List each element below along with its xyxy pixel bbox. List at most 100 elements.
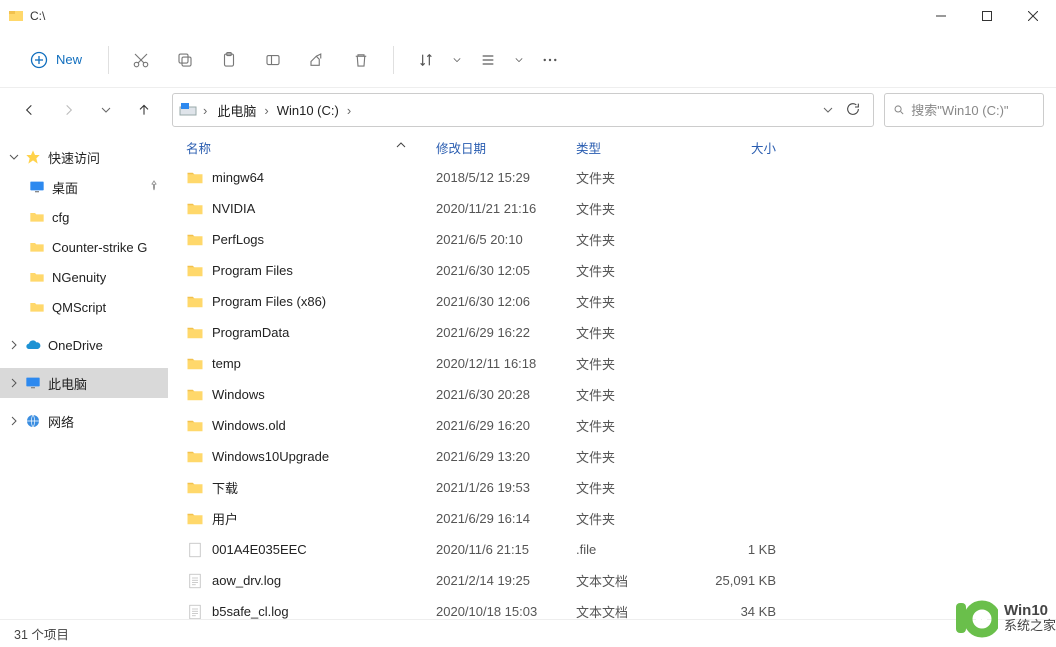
status-item-count: 31 个项目 xyxy=(14,624,69,643)
maximize-button[interactable] xyxy=(964,0,1010,32)
cut-button[interactable] xyxy=(121,40,161,80)
sort-button[interactable] xyxy=(406,40,446,80)
file-type: 文件夹 xyxy=(576,168,696,187)
sidebar-item-thispc[interactable]: 此电脑 xyxy=(0,368,168,398)
up-button[interactable] xyxy=(126,92,162,128)
folder-icon xyxy=(186,355,204,373)
file-date: 2021/6/29 16:14 xyxy=(436,511,576,526)
minimize-button[interactable] xyxy=(918,0,964,32)
address-bar[interactable]: › 此电脑 › Win10 (C:) › xyxy=(172,93,874,127)
file-row[interactable]: Windows2021/6/30 20:28文件夹 xyxy=(168,379,1056,410)
file-name: 用户 xyxy=(212,509,238,528)
file-date: 2021/6/5 20:10 xyxy=(436,232,576,247)
sort-dropdown[interactable] xyxy=(450,56,464,64)
sidebar-item-ngenuity[interactable]: NGenuity xyxy=(0,262,168,292)
file-row[interactable]: Program Files (x86)2021/6/30 12:06文件夹 xyxy=(168,286,1056,317)
file-row[interactable]: 001A4E035EEC2020/11/6 21:15.file1 KB xyxy=(168,534,1056,565)
sort-indicator-icon xyxy=(396,140,406,154)
address-dropdown[interactable] xyxy=(823,103,833,118)
chevron-down-icon xyxy=(6,152,22,162)
new-button[interactable]: New xyxy=(16,40,96,80)
folder-icon xyxy=(186,324,204,342)
breadcrumb-item-drive[interactable]: Win10 (C:) xyxy=(273,101,343,120)
chevron-right-icon xyxy=(6,416,22,426)
sidebar-item-cs[interactable]: Counter-strike G xyxy=(0,232,168,262)
file-row[interactable]: Windows10Upgrade2021/6/29 13:20文件夹 xyxy=(168,441,1056,472)
file-date: 2021/2/14 19:25 xyxy=(436,573,576,588)
view-button[interactable] xyxy=(468,40,508,80)
rename-button[interactable] xyxy=(253,40,293,80)
chevron-right-icon: › xyxy=(262,103,270,118)
monitor-icon xyxy=(24,375,42,391)
file-row[interactable]: temp2020/12/11 16:18文件夹 xyxy=(168,348,1056,379)
folder-icon xyxy=(186,417,204,435)
file-type: 文本文档 xyxy=(576,571,696,590)
file-date: 2020/11/21 21:16 xyxy=(436,201,576,216)
file-type: 文件夹 xyxy=(576,416,696,435)
folder-icon xyxy=(186,479,204,497)
file-name: Program Files (x86) xyxy=(212,294,326,309)
file-row[interactable]: Program Files2021/6/30 12:05文件夹 xyxy=(168,255,1056,286)
sidebar-item-quickaccess[interactable]: 快速访问 xyxy=(0,142,168,172)
sidebar-item-label: cfg xyxy=(52,210,69,225)
recent-dropdown[interactable] xyxy=(88,92,124,128)
file-date: 2021/1/26 19:53 xyxy=(436,480,576,495)
file-row[interactable]: Windows.old2021/6/29 16:20文件夹 xyxy=(168,410,1056,441)
globe-icon xyxy=(24,413,42,429)
file-row[interactable]: aow_drv.log2021/2/14 19:25文本文档25,091 KB xyxy=(168,565,1056,596)
share-button[interactable] xyxy=(297,40,337,80)
folder-icon xyxy=(186,448,204,466)
refresh-button[interactable] xyxy=(845,101,861,120)
toolbar-separator xyxy=(393,46,394,74)
file-row[interactable]: 下载 2021/1/26 19:53文件夹 xyxy=(168,472,1056,503)
file-date: 2018/5/12 15:29 xyxy=(436,170,576,185)
sidebar-item-cfg[interactable]: cfg xyxy=(0,202,168,232)
file-type: 文件夹 xyxy=(576,354,696,373)
text-file-icon xyxy=(186,572,204,590)
file-name: aow_drv.log xyxy=(212,573,281,588)
file-name: PerfLogs xyxy=(212,232,264,247)
file-row[interactable]: PerfLogs2021/6/5 20:10文件夹 xyxy=(168,224,1056,255)
file-row[interactable]: b5safe_cl.log2020/10/18 15:03文本文档34 KB xyxy=(168,596,1056,619)
explorer-icon xyxy=(8,8,24,24)
file-pane: 名称 修改日期 类型 大小 mingw642018/5/12 15:29文件夹N… xyxy=(168,132,1056,619)
file-date: 2021/6/30 12:05 xyxy=(436,263,576,278)
delete-button[interactable] xyxy=(341,40,381,80)
window-controls xyxy=(918,0,1056,32)
breadcrumb: 此电脑 › Win10 (C:) › xyxy=(213,99,353,122)
close-button[interactable] xyxy=(1010,0,1056,32)
sidebar-item-desktop[interactable]: 桌面 xyxy=(0,172,168,202)
sidebar-item-network[interactable]: 网络 xyxy=(0,406,168,436)
file-name: 下载 xyxy=(212,478,238,497)
file-type: 文件夹 xyxy=(576,478,696,497)
file-row[interactable]: ProgramData2021/6/29 16:22文件夹 xyxy=(168,317,1056,348)
search-input[interactable] xyxy=(911,103,1035,118)
status-bar: 31 个项目 xyxy=(0,619,1056,647)
column-header-size[interactable]: 大小 xyxy=(696,138,776,157)
forward-button[interactable] xyxy=(50,92,86,128)
chevron-right-icon: › xyxy=(201,103,209,118)
sidebar-item-qmscript[interactable]: QMScript xyxy=(0,292,168,322)
sidebar-item-label: OneDrive xyxy=(48,338,103,353)
paste-button[interactable] xyxy=(209,40,249,80)
file-row[interactable]: NVIDIA2020/11/21 21:16文件夹 xyxy=(168,193,1056,224)
search-box[interactable] xyxy=(884,93,1044,127)
file-type: 文本文档 xyxy=(576,602,696,619)
folder-icon xyxy=(28,239,46,255)
file-row[interactable]: mingw642018/5/12 15:29文件夹 xyxy=(168,162,1056,193)
desktop-icon xyxy=(28,179,46,195)
column-header-name[interactable]: 名称 xyxy=(186,138,436,157)
search-icon xyxy=(893,103,905,117)
view-dropdown[interactable] xyxy=(512,56,526,64)
column-header-type[interactable]: 类型 xyxy=(576,138,696,157)
breadcrumb-item-thispc[interactable]: 此电脑 xyxy=(213,99,260,122)
chevron-right-icon: › xyxy=(345,103,353,118)
column-header-date[interactable]: 修改日期 xyxy=(436,138,576,157)
file-row[interactable]: 用户2021/6/29 16:14文件夹 xyxy=(168,503,1056,534)
back-button[interactable] xyxy=(12,92,48,128)
watermark: Win10 系统之家 xyxy=(952,595,1056,641)
file-type: 文件夹 xyxy=(576,261,696,280)
sidebar-item-onedrive[interactable]: OneDrive xyxy=(0,330,168,360)
copy-button[interactable] xyxy=(165,40,205,80)
more-button[interactable] xyxy=(530,40,570,80)
